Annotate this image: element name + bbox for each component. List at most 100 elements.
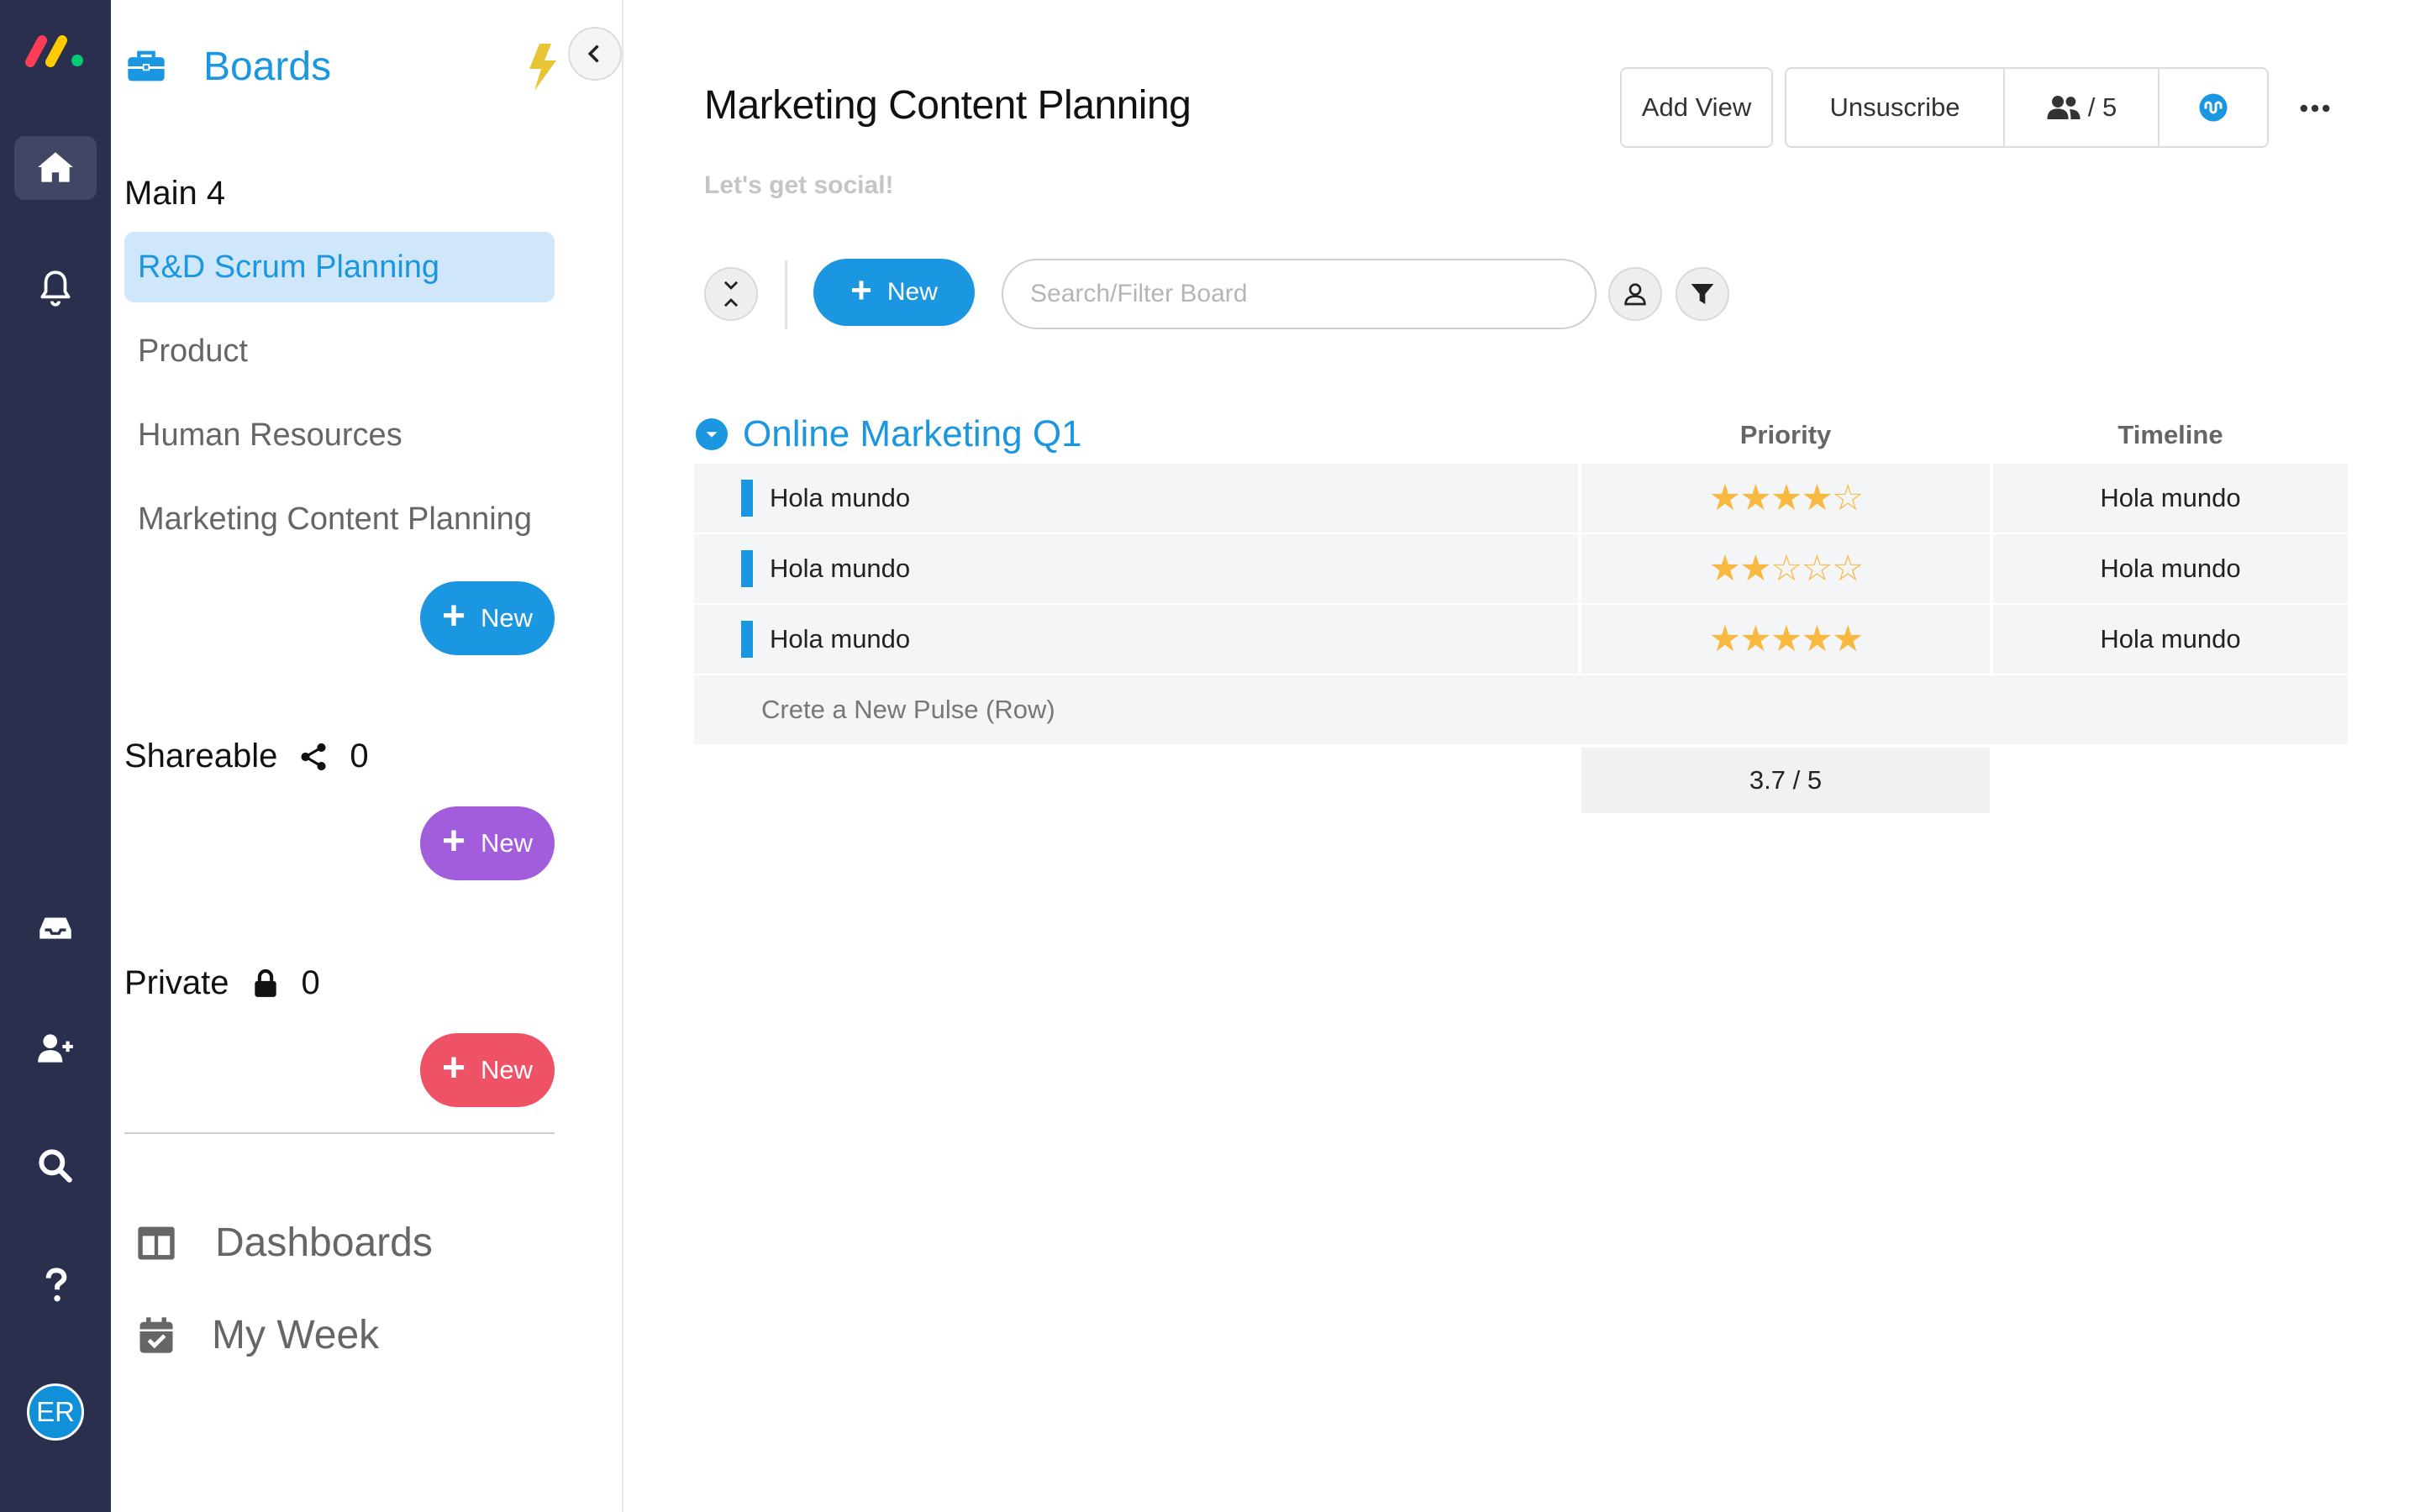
inbox-icon [39,917,71,939]
group-name[interactable]: Online Marketing Q1 [743,413,1082,455]
user-avatar[interactable]: ER [27,1383,84,1441]
table-row[interactable]: Hola mundo ★★★★☆ Hola mundo [694,464,2348,533]
my-week-label: My Week [212,1313,380,1357]
column-header-timeline[interactable]: Timeline [1993,420,2348,450]
new-item-label: New [886,278,938,306]
priority-summary: 3.7 / 5 [1581,748,1990,813]
new-button-label: New [481,1055,534,1084]
collapse-panel-button[interactable] [568,27,622,81]
private-section-count: 0 [301,964,320,1001]
person-icon [1624,283,1646,306]
more-options-button[interactable] [2294,87,2336,129]
filter-button[interactable] [1676,267,1729,321]
bell-icon [40,270,71,307]
shareable-section-title: Shareable 0 [124,738,369,775]
chevron-down-icon [706,432,718,438]
shareable-section-count: 0 [350,738,369,774]
board-title[interactable]: Marketing Content Planning [704,82,1192,129]
board-item-product[interactable]: Product [124,316,555,386]
plus-icon: + [441,1046,466,1090]
share-icon [301,743,326,770]
board-description[interactable]: Let's get social! [704,171,894,200]
column-header-priority[interactable]: Priority [1581,420,1990,450]
new-main-board-button[interactable]: + New [420,581,555,655]
members-button[interactable]: / 5 [2003,69,2158,146]
inbox-button[interactable] [14,896,97,960]
item-name: Hola mundo [770,624,911,654]
invite-members-button[interactable] [14,1016,97,1080]
rating-stars: ★★☆☆☆ [1708,549,1865,589]
board-item-rd-scrum-planning[interactable]: R&D Scrum Planning [124,232,555,302]
monday-logo[interactable] [22,29,89,71]
unsubscribe-button[interactable]: Unsuscribe [1786,69,2003,146]
board-view: Marketing Content Planning Let's get soc… [623,0,2420,1512]
integrations-button[interactable] [2158,69,2267,146]
item-name-cell[interactable]: Hola mundo [694,605,1578,674]
priority-rating-cell[interactable]: ★★★★☆ [1581,464,1990,533]
dashboards-label: Dashboards [215,1221,433,1265]
plus-icon: + [850,270,872,311]
group-color-bar [741,550,753,587]
group-color-bar [741,480,753,517]
shareable-section-label: Shareable [124,738,278,774]
table-row[interactable]: Hola mundo ★★★★★ Hola mundo [694,605,2348,674]
lightning-icon[interactable] [523,42,563,92]
new-button-label: New [481,828,534,858]
my-week-link[interactable]: My Week [134,1312,379,1358]
collapse-groups-button[interactable] [704,267,758,321]
home-icon [38,152,73,182]
members-count: / 5 [2087,92,2118,122]
main-section-title: Main 4 [124,175,225,213]
main-section-count: 4 [206,175,226,212]
group-color-bar [741,621,753,658]
item-name-cell[interactable]: Hola mundo [694,534,1578,603]
filter-icon [1691,284,1714,304]
rating-stars: ★★★★☆ [1708,478,1865,518]
calendar-check-icon [139,1316,173,1353]
toolbar-separator [785,260,787,329]
dashboards-link[interactable]: Dashboards [134,1220,433,1266]
briefcase-icon [128,50,165,81]
private-section-title: Private 0 [124,964,320,1002]
rating-stars: ★★★★★ [1708,619,1865,659]
priority-rating-cell[interactable]: ★★★★★ [1581,605,1990,674]
board-actions-group: Unsuscribe / 5 [1785,67,2269,148]
lock-icon [254,969,276,997]
home-button[interactable] [14,136,97,200]
group-header: Online Marketing Q1 [696,413,1082,455]
board-item-human-resources[interactable]: Human Resources [124,400,555,470]
help-button[interactable] [14,1253,97,1317]
new-private-board-button[interactable]: + New [420,1033,555,1107]
table-row[interactable]: Hola mundo ★★☆☆☆ Hola mundo [694,534,2348,603]
boards-title: Boards [203,44,332,89]
chevron-left-icon [587,45,599,63]
search-filter-input[interactable] [1002,259,1597,329]
integrations-icon [2199,93,2228,122]
search-button[interactable] [14,1134,97,1198]
group-collapse-toggle[interactable] [696,418,728,450]
plus-icon: + [441,819,466,864]
new-item-button[interactable]: + New [813,259,975,326]
boards-header: Boards [124,37,331,96]
item-name-cell[interactable]: Hola mundo [694,464,1578,533]
person-filter-button[interactable] [1608,267,1662,321]
timeline-cell[interactable]: Hola mundo [1993,464,2348,533]
board-item-marketing-content-planning[interactable]: Marketing Content Planning [124,484,555,554]
new-button-label: New [481,603,534,633]
members-icon [2047,96,2081,119]
item-name: Hola mundo [770,483,911,512]
priority-rating-cell[interactable]: ★★☆☆☆ [1581,534,1990,603]
add-row-input[interactable]: Crete a New Pulse (Row) [694,675,2348,744]
notifications-button[interactable] [14,256,97,320]
boards-panel: Boards Main 4 R&D Scrum Planning Product… [111,0,623,1512]
left-rail: ER [0,0,111,1512]
timeline-cell[interactable]: Hola mundo [1993,534,2348,603]
timeline-cell[interactable]: Hola mundo [1993,605,2348,674]
dashboard-icon [138,1226,175,1259]
panel-divider [124,1132,555,1134]
new-shareable-board-button[interactable]: + New [420,806,555,880]
add-view-button[interactable]: Add View [1620,67,1773,148]
collapse-arrows-icon [723,281,739,307]
help-icon [45,1268,67,1302]
plus-icon: + [441,594,466,638]
